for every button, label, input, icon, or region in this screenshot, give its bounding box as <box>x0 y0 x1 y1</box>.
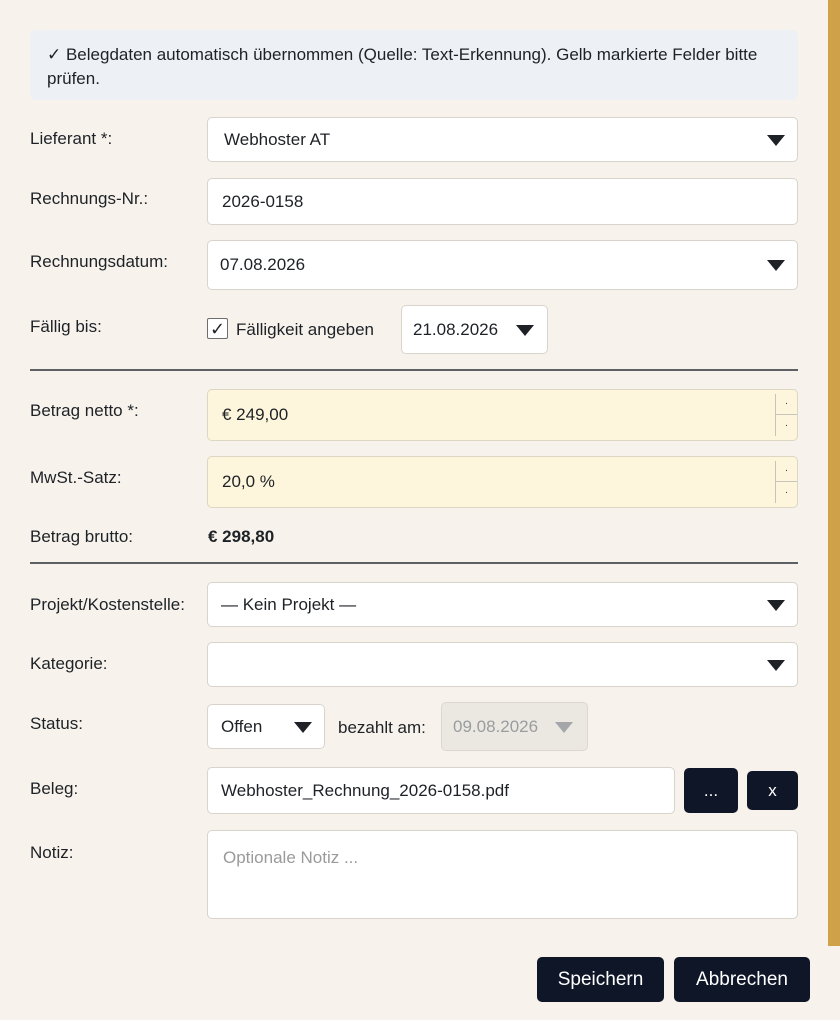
note-textarea[interactable]: Optionale Notiz ... <box>207 830 798 919</box>
chevron-down-icon <box>767 659 785 671</box>
browse-file-button[interactable]: ... <box>684 768 738 813</box>
cancel-button[interactable]: Abbrechen <box>674 957 810 1002</box>
spin-down-icon[interactable]: · <box>776 415 797 436</box>
paid-date-picker: 09.08.2026 <box>441 702 588 751</box>
receipt-file-name: Webhoster_Rechnung_2026-0158.pdf <box>221 780 509 800</box>
chevron-down-icon <box>767 134 785 146</box>
net-amount-input[interactable]: € 249,00 · · <box>207 389 798 441</box>
spin-up-icon[interactable]: · <box>776 394 797 415</box>
status-label: Status: <box>30 714 83 733</box>
supplier-value: Webhoster AT <box>224 129 331 149</box>
chevron-down-icon <box>767 599 785 611</box>
supplier-select[interactable]: Webhoster AT <box>207 117 798 162</box>
due-date-label: Fällig bis: <box>30 317 102 336</box>
supplier-label: Lieferant *: <box>30 129 113 148</box>
chevron-down-icon <box>767 260 785 271</box>
spin-down-icon[interactable]: · <box>776 482 797 503</box>
info-banner: ✓ Belegdaten automatisch übernommen (Que… <box>30 30 798 100</box>
note-label: Notiz: <box>30 843 74 862</box>
paid-date-label: bezahlt am: <box>338 718 426 737</box>
due-date-value: 21.08.2026 <box>413 319 499 339</box>
project-value: — Kein Projekt — <box>221 594 357 614</box>
due-date-checkbox-label: Fälligkeit angeben <box>236 320 374 339</box>
receipt-label: Beleg: <box>30 779 79 798</box>
chevron-down-icon <box>516 324 534 336</box>
chevron-down-icon <box>294 721 312 733</box>
due-date-checkbox[interactable]: ✓ <box>207 318 228 339</box>
section-divider <box>30 562 798 564</box>
invoice-number-value: 2026-0158 <box>222 191 304 211</box>
chevron-down-icon <box>555 721 573 733</box>
status-value: Offen <box>221 716 263 736</box>
net-amount-value: € 249,00 <box>222 405 289 424</box>
gross-amount-label: Betrag brutto: <box>30 527 134 546</box>
scrollbar-track[interactable] <box>828 0 840 946</box>
status-select[interactable]: Offen <box>207 704 325 749</box>
project-label: Projekt/Kostenstelle: <box>30 595 185 614</box>
clear-file-button[interactable]: x <box>747 771 798 810</box>
invoice-number-input[interactable]: 2026-0158 <box>207 178 798 225</box>
invoice-date-picker[interactable]: 07.08.2026 <box>207 240 798 290</box>
invoice-number-label: Rechnungs-Nr.: <box>30 189 149 208</box>
section-divider <box>30 369 798 371</box>
category-label: Kategorie: <box>30 654 108 673</box>
vat-rate-value: 20,0 % <box>222 472 275 491</box>
gross-amount-value: € 298,80 <box>208 527 275 546</box>
spin-up-icon[interactable]: · <box>776 461 797 482</box>
save-button[interactable]: Speichern <box>537 957 664 1002</box>
project-select[interactable]: — Kein Projekt — <box>207 582 798 627</box>
receipt-file-input[interactable]: Webhoster_Rechnung_2026-0158.pdf <box>207 767 675 814</box>
due-date-picker[interactable]: 21.08.2026 <box>401 305 548 354</box>
invoice-date-value: 07.08.2026 <box>220 255 306 274</box>
vat-rate-input[interactable]: 20,0 % · · <box>207 456 798 508</box>
net-amount-spinner: · · <box>775 394 797 436</box>
paid-date-value: 09.08.2026 <box>453 716 539 736</box>
net-amount-label: Betrag netto *: <box>30 401 139 420</box>
vat-rate-label: MwSt.-Satz: <box>30 468 122 487</box>
vat-rate-spinner: · · <box>775 461 797 503</box>
category-select[interactable] <box>207 642 798 687</box>
invoice-date-label: Rechnungsdatum: <box>30 252 168 271</box>
